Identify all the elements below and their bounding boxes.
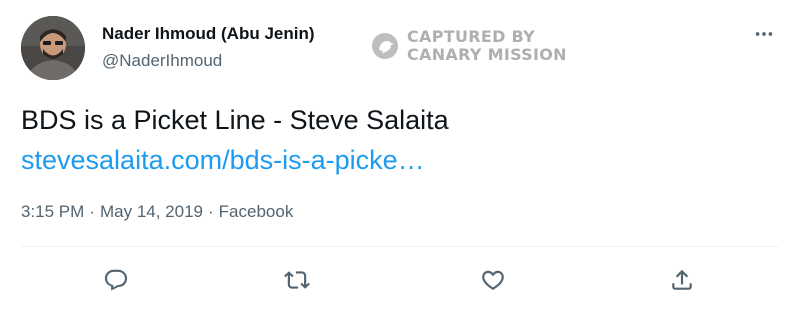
meta-separator: · xyxy=(208,202,214,221)
divider xyxy=(21,246,779,247)
watermark-text: CAPTURED BY CANARY MISSION xyxy=(407,28,567,64)
reply-button[interactable] xyxy=(98,262,134,298)
more-options-button[interactable] xyxy=(748,22,780,46)
more-horizontal-icon xyxy=(755,32,773,36)
canary-logo-icon xyxy=(372,33,398,59)
reply-icon xyxy=(104,269,128,291)
watermark-line-2: CANARY MISSION xyxy=(407,45,567,64)
tweet-text: BDS is a Picket Line - Steve Salaita xyxy=(21,105,449,135)
avatar-image xyxy=(21,16,85,80)
tweet-source[interactable]: Facebook xyxy=(219,202,294,221)
tweet-card: Nader Ihmoud (Abu Jenin) @NaderIhmoud CA… xyxy=(0,0,800,311)
tweet-date[interactable]: May 14, 2019 xyxy=(100,202,203,221)
watermark-line-1: CAPTURED BY xyxy=(407,27,536,46)
captured-watermark: CAPTURED BY CANARY MISSION xyxy=(371,27,567,65)
tweet-link[interactable]: stevesalaita.com/bds-is-a-picke… xyxy=(21,142,425,178)
share-button[interactable] xyxy=(664,262,700,298)
meta-separator: · xyxy=(89,202,95,221)
avatar[interactable] xyxy=(21,16,85,80)
action-bar xyxy=(0,262,800,298)
tweet-meta: 3:15 PM · May 14, 2019 · Facebook xyxy=(21,200,293,224)
like-button[interactable] xyxy=(475,262,511,298)
retweet-icon xyxy=(284,271,310,289)
tweet-time[interactable]: 3:15 PM xyxy=(21,202,84,221)
share-icon xyxy=(672,269,692,290)
author-handle[interactable]: @NaderIhmoud xyxy=(102,51,222,71)
author-display-name[interactable]: Nader Ihmoud (Abu Jenin) xyxy=(102,24,315,44)
like-heart-icon xyxy=(482,270,504,290)
retweet-button[interactable] xyxy=(279,262,315,298)
